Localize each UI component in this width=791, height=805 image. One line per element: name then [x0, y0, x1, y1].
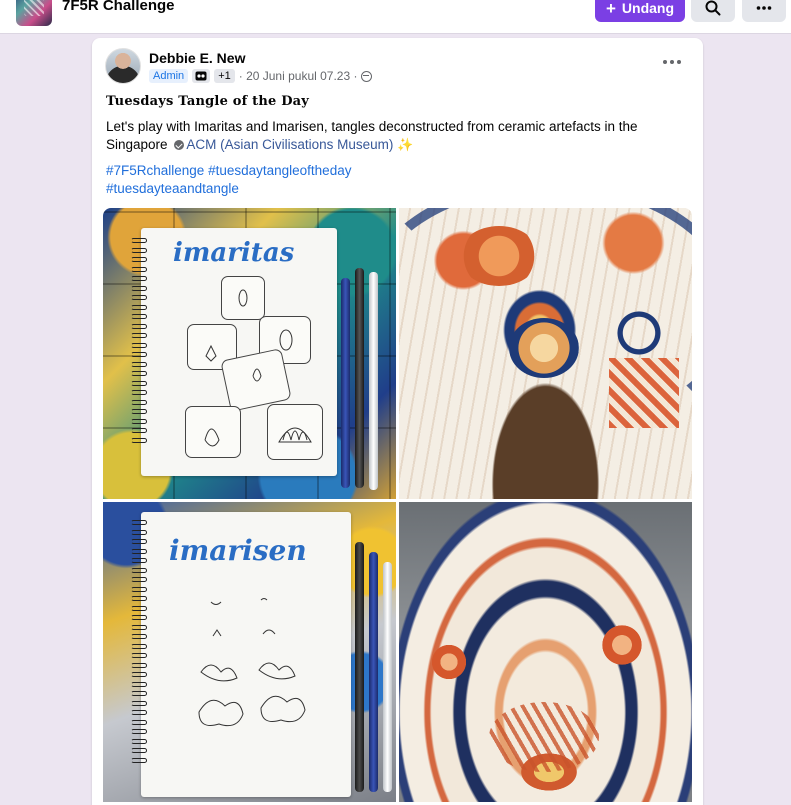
more-badges-count[interactable]: +1	[214, 69, 235, 83]
notebook-page: imaritas	[141, 228, 337, 476]
photo-imari-plate-closeup[interactable]	[399, 208, 692, 499]
spiral-binding	[131, 238, 147, 447]
group-name[interactable]: 7F5R Challenge	[62, 0, 175, 16]
group-header-bar: 7F5R Challenge + Undang	[0, 0, 791, 34]
invite-button-label: Undang	[621, 0, 675, 16]
search-button[interactable]	[691, 0, 735, 22]
post-meta: Admin +1 · 20 Juni pukul 07.23 ·	[149, 68, 373, 84]
author-name[interactable]: Debbie E. New	[149, 50, 245, 66]
dot-icon	[663, 60, 667, 64]
more-icon	[756, 6, 772, 10]
photo-imarisen-notebook[interactable]: imarisen	[103, 502, 396, 802]
hashtag-link[interactable]: #tuesdaytangleoftheday	[208, 163, 351, 178]
sparkles-icon: ✨	[397, 137, 414, 152]
dot-icon	[677, 60, 681, 64]
post-title: Tuesdays Tangle of the Day	[106, 94, 310, 109]
group-thumbnail[interactable]	[16, 0, 52, 26]
post-timestamp[interactable]: · 20 Juni pukul 07.23 ·	[239, 69, 358, 83]
spiral-binding	[131, 520, 147, 767]
post-options-button[interactable]	[660, 54, 684, 70]
hashtag-link[interactable]: #7F5Rchallenge	[106, 163, 204, 178]
verified-page-icon	[174, 140, 185, 150]
hashtag-list: #7F5Rchallenge #tuesdaytangleoftheday #t…	[106, 162, 606, 198]
plus-icon: +	[605, 0, 616, 18]
avatar[interactable]	[105, 48, 141, 84]
admin-badge[interactable]: Admin	[149, 69, 189, 83]
notebook-page: imarisen	[141, 512, 351, 797]
photo-grid: imaritas imarisen	[103, 208, 692, 805]
page-mention-link[interactable]: ACM (Asian Civilisations Museum)	[186, 137, 393, 152]
search-icon	[705, 0, 721, 16]
contributor-badge-icon[interactable]	[192, 69, 211, 83]
invite-button[interactable]: + Undang	[595, 0, 685, 22]
post-card: Debbie E. New Admin +1 · 20 Juni pukul 0…	[92, 38, 703, 805]
hashtag-link[interactable]: #tuesdayteaandtangle	[106, 181, 239, 196]
photo-imari-bowl[interactable]	[399, 502, 692, 802]
privacy-globe-icon	[361, 70, 373, 82]
dot-icon	[670, 60, 674, 64]
tangle-drawings	[204, 289, 312, 447]
post-body: Let's play with Imaritas and Imarisen, t…	[106, 118, 666, 154]
more-options-button[interactable]	[742, 0, 786, 22]
photo-imaritas-notebook[interactable]: imaritas	[103, 208, 396, 499]
tangle-drawings	[198, 598, 306, 727]
